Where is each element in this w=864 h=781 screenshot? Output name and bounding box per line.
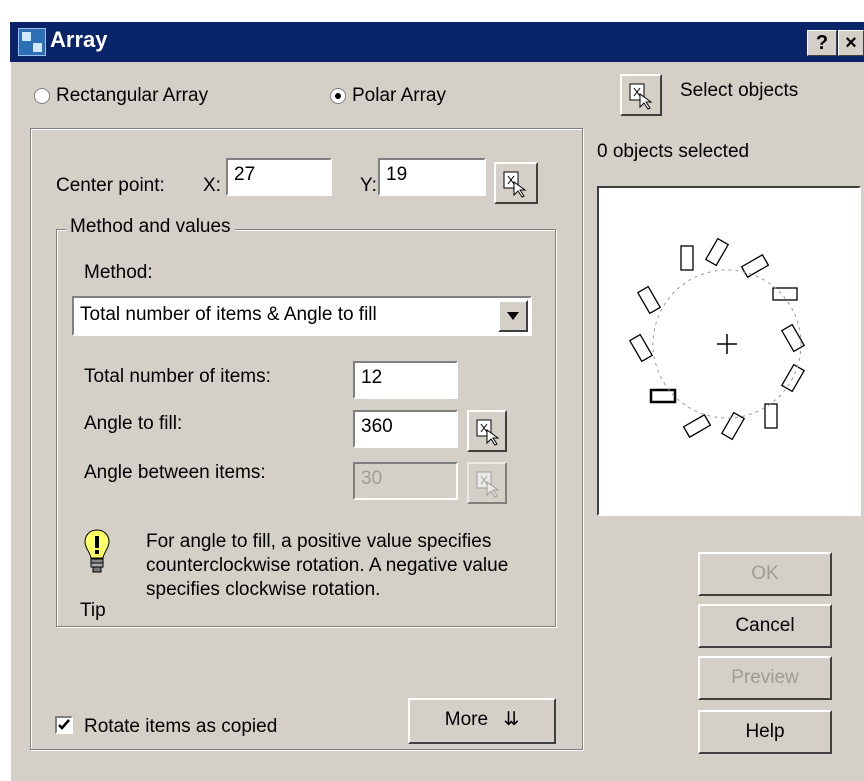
window-title: Array xyxy=(50,27,108,52)
select-objects-label: Select objects xyxy=(680,80,799,101)
cancel-button[interactable]: Cancel xyxy=(698,604,832,648)
objects-selected-status: 0 objects selected xyxy=(597,141,750,162)
checkmark-icon xyxy=(58,719,70,730)
center-y-input[interactable]: 19 xyxy=(378,158,486,196)
polar-array-radio[interactable] xyxy=(330,88,346,104)
array-app-icon xyxy=(18,28,46,56)
total-items-label: Total number of items: xyxy=(84,366,271,387)
preview-button[interactable]: Preview xyxy=(698,656,832,700)
select-objects-button[interactable] xyxy=(620,74,662,116)
pick-center-point-button[interactable] xyxy=(494,162,538,204)
pick-angle-between-button xyxy=(467,462,507,504)
more-button[interactable]: More ⇊ xyxy=(408,698,556,744)
help-button[interactable]: Help xyxy=(698,710,832,754)
array-items xyxy=(628,237,806,441)
pick-cursor-icon xyxy=(503,171,527,198)
pick-angle-to-fill-button[interactable] xyxy=(467,410,507,452)
rotate-items-checkbox[interactable] xyxy=(55,716,73,734)
help-title-button[interactable]: ? xyxy=(807,30,837,56)
angle-between-label: Angle between items: xyxy=(84,462,266,483)
preview-area xyxy=(597,186,861,516)
chevron-down-icon[interactable] xyxy=(498,300,528,332)
rotate-items-label[interactable]: Rotate items as copied xyxy=(84,716,277,738)
angle-to-fill-label: Angle to fill: xyxy=(84,413,183,434)
center-point-marker xyxy=(717,334,737,354)
center-point-label: Center point: xyxy=(56,175,165,196)
center-x-input[interactable]: 27 xyxy=(226,158,332,196)
polar-array-label[interactable]: Polar Array xyxy=(352,85,446,107)
more-button-label: More xyxy=(444,709,489,730)
ok-button[interactable]: OK xyxy=(698,552,832,596)
rectangular-array-radio[interactable] xyxy=(34,88,50,104)
angle-between-input: 30 xyxy=(353,462,458,500)
method-group-title: Method and values xyxy=(66,216,235,238)
method-label: Method: xyxy=(84,262,153,283)
rectangular-array-label[interactable]: Rectangular Array xyxy=(56,85,208,107)
polar-array-preview-graphic xyxy=(628,237,806,441)
angle-to-fill-input[interactable]: 360 xyxy=(353,410,458,448)
method-select[interactable]: Total number of items & Angle to fill xyxy=(72,296,532,336)
pick-cursor-icon xyxy=(476,419,500,446)
center-x-label: X: xyxy=(203,175,221,196)
tip-label: Tip xyxy=(80,600,106,621)
close-button[interactable]: × xyxy=(838,30,864,56)
title-bar[interactable] xyxy=(10,22,864,62)
double-chevron-down-icon: ⇊ xyxy=(503,709,520,730)
center-y-label: Y: xyxy=(360,175,377,196)
pick-cursor-icon xyxy=(476,471,500,498)
total-items-input[interactable]: 12 xyxy=(353,361,458,399)
pick-cursor-icon xyxy=(629,83,653,110)
tip-text: For angle to fill, a positive value spec… xyxy=(146,531,509,600)
method-select-value: Total number of items & Angle to fill xyxy=(80,304,377,325)
lightbulb-icon xyxy=(84,529,110,573)
